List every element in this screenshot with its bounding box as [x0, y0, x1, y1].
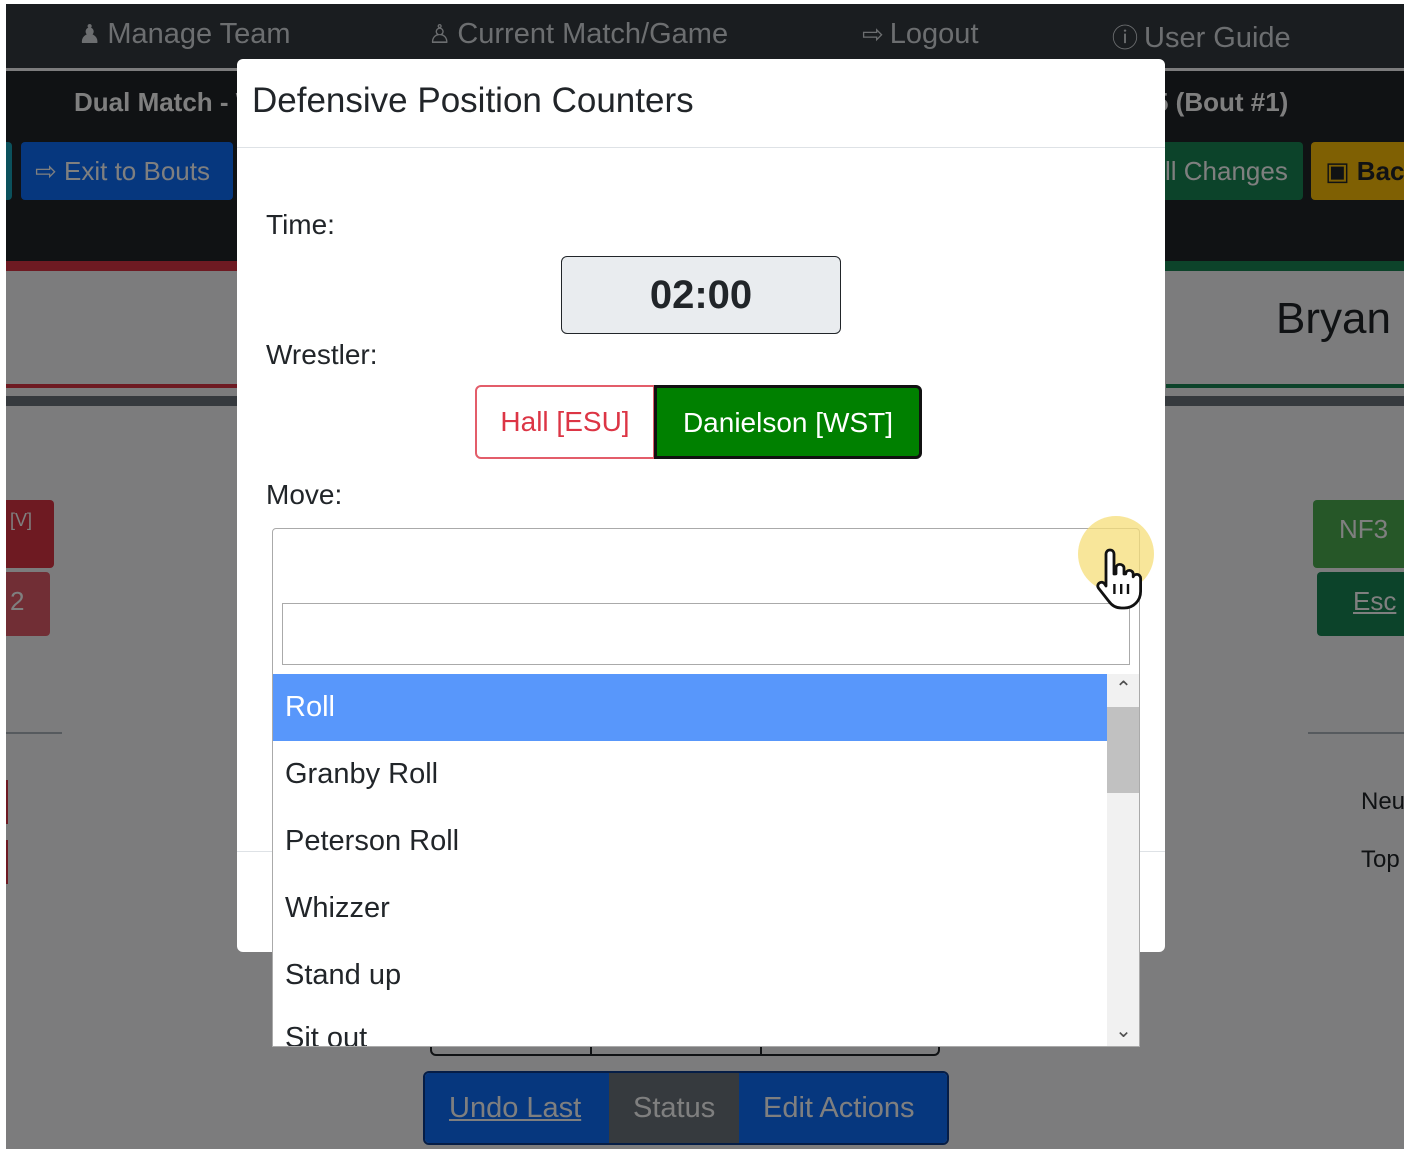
move-option-stand-up[interactable]: Stand up	[273, 942, 1107, 1009]
move-options-list: Roll Granby Roll Peterson Roll Whizzer S…	[273, 674, 1107, 1046]
move-option-sit-out[interactable]: Sit out	[273, 1009, 1107, 1046]
time-label: Time:	[266, 209, 335, 240]
move-search-input[interactable]	[282, 603, 1130, 665]
app-window: ♟Manage Team ♙Current Match/Game ⇨Logout…	[6, 4, 1404, 1149]
wrestler-toggle-group: Hall [ESU] Danielson [WST]	[475, 385, 922, 459]
hand-pointer-icon	[1096, 548, 1142, 610]
wrestler-option-danielson[interactable]: Danielson [WST]	[654, 385, 922, 459]
time-display[interactable]: 02:00	[561, 256, 841, 334]
move-option-whizzer[interactable]: Whizzer	[273, 875, 1107, 942]
scrollbar-thumb[interactable]	[1107, 707, 1139, 793]
modal-header: Defensive Position Counters	[237, 59, 1165, 148]
chevron-down-icon[interactable]: ⌄	[1107, 1016, 1139, 1046]
chevron-up-icon[interactable]: ⌃	[1107, 674, 1139, 704]
move-label: Move:	[266, 479, 343, 510]
modal-title: Defensive Position Counters	[252, 81, 694, 120]
wrestler-label: Wrestler:	[266, 339, 378, 370]
move-select[interactable]	[272, 528, 1140, 594]
move-option-peterson-roll[interactable]: Peterson Roll	[273, 808, 1107, 875]
move-dropdown: Roll Granby Roll Peterson Roll Whizzer S…	[272, 593, 1140, 1047]
move-option-granby-roll[interactable]: Granby Roll	[273, 741, 1107, 808]
move-option-roll[interactable]: Roll	[273, 674, 1107, 741]
options-scrollbar[interactable]: ⌃ ⌄	[1107, 674, 1139, 1046]
wrestler-option-hall[interactable]: Hall [ESU]	[475, 385, 655, 459]
